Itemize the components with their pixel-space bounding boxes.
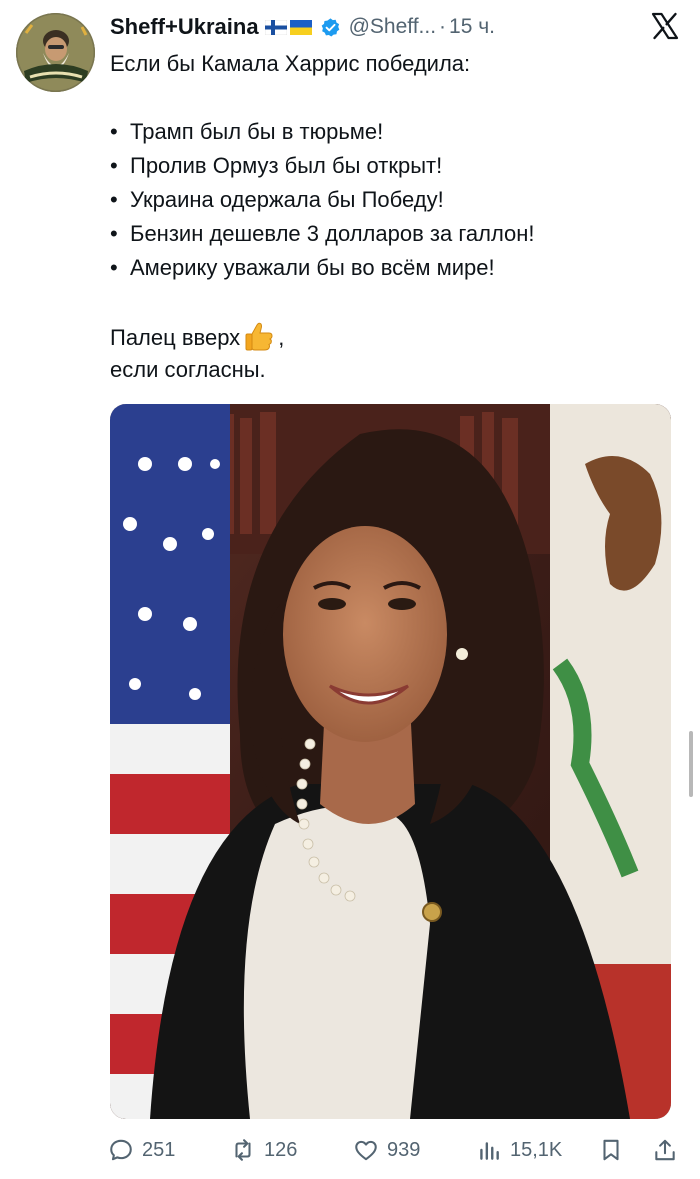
reply-count: 251 [142,1138,176,1161]
bookmark-button[interactable] [598,1133,632,1167]
bullet-mark: • [110,119,118,144]
views-count: 15,1K [510,1138,563,1161]
emoji-comma: , [278,325,285,350]
bullet-text: Украина одержала бы Победу! [130,187,444,212]
post-intro-line: Если бы Камала Харрис победила: [110,51,471,76]
post-actions-bar: 251 126 939 15,1K [108,1133,683,1167]
finland-flag-icon [264,19,287,35]
views-chart-icon [480,1142,499,1160]
reply-icon [110,1139,132,1161]
bullet-mark: • [110,221,118,246]
bullet-item: • Бензин дешевле 3 долларов за галлон! [110,217,680,251]
author-name[interactable]: Sheff+Ukraina [110,14,259,40]
thumbs-up-text: Палец вверх [110,325,241,350]
ukraine-flag-icon [289,19,312,35]
scrollbar-thumb[interactable] [689,731,693,797]
portrait-photo [110,404,671,1119]
author-handle[interactable]: @Sheff... [349,15,436,39]
bullet-item: • Пролив Ормуз был бы открыт! [110,149,680,183]
bearded-man-avatar-icon [16,13,95,92]
bullet-text: Пролив Ормуз был бы открыт! [130,153,443,178]
repost-icon [235,1139,251,1161]
bullet-text: Трамп был бы в тюрьме! [130,119,384,144]
heart-icon [355,1140,377,1161]
author-avatar[interactable] [16,13,95,92]
author-flags [264,19,312,35]
repost-count: 126 [264,1138,298,1161]
header-separator: · [439,15,447,38]
thumbs-up-line: Палец вверх , [110,319,680,353]
thumbs-up-emoji-icon [245,322,273,351]
bullet-mark: • [110,187,118,212]
like-button[interactable]: 939 [353,1133,420,1167]
bullet-mark: • [110,255,118,280]
share-button[interactable] [652,1133,686,1167]
reply-button[interactable]: 251 [108,1133,175,1167]
post-text: Если бы Камала Харрис победила: • Трамп б… [110,47,680,387]
agree-line: если согласны. [110,357,266,382]
bullet-text: Бензин дешевле 3 долларов за галлон! [130,221,535,246]
bullet-item: • Украина одержала бы Победу! [110,183,680,217]
bullet-text: Америку уважали бы во всём мире! [130,255,495,280]
x-logo-icon[interactable] [650,11,680,41]
post-image[interactable] [110,404,671,1119]
bookmark-icon [603,1139,619,1161]
post-timestamp[interactable]: 15 ч. [449,15,495,39]
views-button[interactable]: 15,1K [476,1133,562,1167]
bullet-item: • Трамп был бы в тюрьме! [110,115,680,149]
share-icon [655,1139,675,1161]
bullet-item: • Америку уважали бы во всём мире! [110,251,680,285]
bullet-mark: • [110,153,118,178]
post-header: Sheff+Ukraina @Sheff... · 15 ч. [110,12,495,42]
repost-button[interactable]: 126 [230,1133,297,1167]
like-count: 939 [387,1138,421,1161]
verified-badge-icon[interactable] [320,17,341,38]
